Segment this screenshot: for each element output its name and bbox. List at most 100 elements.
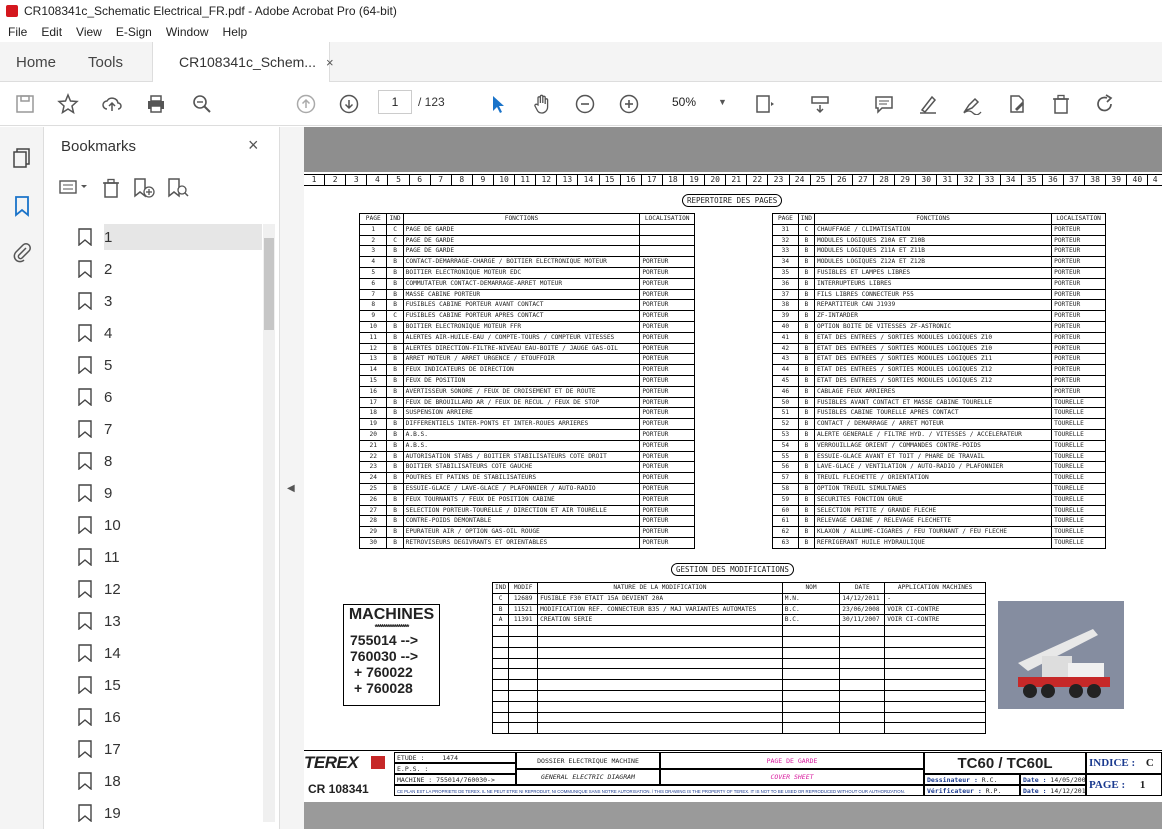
edit-document-icon[interactable] (1005, 92, 1029, 116)
empty-cell (884, 711, 986, 724)
hand-tool-icon[interactable] (530, 92, 554, 116)
empty-cell (537, 711, 783, 724)
upload-cloud-icon[interactable] (100, 92, 124, 116)
bookmark-panel-icon[interactable] (11, 195, 33, 222)
localisation-cell: PORTEUR (639, 482, 695, 495)
next-page-icon[interactable] (337, 92, 361, 116)
bookmark-item[interactable]: 14 (72, 637, 262, 669)
delete-bookmark-icon[interactable] (100, 177, 122, 204)
left-rail (0, 127, 44, 829)
select-cursor-icon[interactable] (486, 92, 510, 116)
bookmark-item[interactable]: 3 (72, 285, 262, 317)
zoom-search-icon[interactable] (190, 92, 214, 116)
ruler-tick: 2 (325, 175, 347, 185)
cover-sheet-label: COVER SHEET (660, 769, 924, 785)
ind-cell: B (797, 277, 815, 290)
attachment-icon[interactable] (11, 241, 33, 268)
find-bookmark-icon[interactable] (166, 177, 190, 204)
options-menu-icon[interactable] (58, 177, 90, 204)
ind-cell: B (386, 396, 404, 409)
bookmark-item[interactable]: 13 (72, 605, 262, 637)
bookmark-item[interactable]: 12 (72, 573, 262, 605)
table-row: 24 B POUTRES ET PATINS DE STABILISATEURS PO… (358, 472, 695, 484)
bookmark-icon (78, 260, 92, 278)
print-icon[interactable] (144, 92, 168, 116)
page-cell: 14 (358, 364, 388, 376)
fonction-cell: A.B.S. (402, 428, 641, 441)
table-row: 46 B CABLAGE FEUX ARRIERES PORTEUR (772, 385, 1106, 398)
ruler-tick: 20 (705, 175, 727, 185)
menu-file[interactable]: File (8, 25, 27, 39)
sign-pen-icon[interactable] (960, 92, 984, 116)
zoom-out-icon[interactable] (573, 92, 597, 116)
empty-row (491, 711, 986, 724)
table-row: 34 B MODULES LOGIQUES Z12A ET Z12B PORTEUR (772, 256, 1106, 268)
highlight-pen-icon[interactable] (916, 92, 940, 116)
zoom-in-icon[interactable] (617, 92, 641, 116)
localisation-cell: PORTEUR (639, 461, 695, 474)
bookmark-scrollbar[interactable] (263, 224, 275, 822)
bookmark-item[interactable]: 16 (72, 701, 262, 733)
scrollbar-thumb[interactable] (264, 238, 274, 330)
tab-close-icon[interactable]: × (326, 55, 334, 70)
machines-box: MACHINES **************** 755014 --> 760… (343, 604, 440, 706)
menu-window[interactable]: Window (166, 25, 209, 39)
ind-cell: C (386, 310, 404, 322)
new-bookmark-icon[interactable] (132, 177, 156, 204)
scroll-mode-icon[interactable] (808, 92, 832, 116)
machines-title: MACHINES (348, 606, 435, 623)
bookmark-item[interactable]: 8 (72, 445, 262, 477)
table-row: 54 B VERROUILLAGE ORIENT / COMMANDES CONTR… (772, 439, 1106, 452)
localisation-cell: TOURELLE (1051, 396, 1106, 409)
comment-icon[interactable] (872, 92, 896, 116)
tab-home[interactable]: Home (16, 42, 56, 82)
panel-collapse-handle[interactable]: ◀ (280, 127, 304, 829)
menu-esign[interactable]: E-Sign (116, 25, 152, 39)
redo-icon[interactable] (1093, 92, 1117, 116)
page-cell: 26 (358, 493, 388, 506)
bookmark-item[interactable]: 4 (72, 317, 262, 349)
page-cell: 17 (358, 396, 388, 409)
table-row: 26 B FEUX TOURNANTS / FEUX DE POSITION CAB… (358, 493, 695, 506)
bookmark-item[interactable]: 2 (72, 253, 262, 285)
table-row: 63 B REFRIGERANT HUILE HYDRAULIQUE TOURELLE (772, 536, 1106, 549)
tab-tools[interactable]: Tools (88, 42, 123, 82)
menu-help[interactable]: Help (223, 25, 248, 39)
trash-icon[interactable] (1049, 92, 1073, 116)
page-number-input[interactable]: 1 (378, 90, 412, 114)
fonction-cell: REPARTITEUR CAN J1939 (813, 299, 1053, 312)
bookmark-item[interactable]: 17 (72, 733, 262, 765)
bookmark-item[interactable]: 6 (72, 381, 262, 413)
bookmark-item[interactable]: 7 (72, 413, 262, 445)
bookmark-item[interactable]: 15 (72, 669, 262, 701)
bookmark-item[interactable]: 19 (72, 797, 262, 829)
bookmark-item[interactable]: 9 (72, 477, 262, 509)
table-row: B 11521 MODIFICATION REF. CONNECTEUR B35 /… (491, 603, 986, 616)
zoom-select[interactable]: 50% ▼ (662, 90, 730, 114)
table-row: 32 B MODULES LOGIQUES Z10A ET Z10B PORTEUR (772, 234, 1106, 247)
logo-mark (371, 756, 385, 769)
chevron-down-icon: ▼ (718, 97, 727, 107)
prev-page-icon[interactable] (294, 92, 318, 116)
localisation-cell: PORTEUR (1051, 353, 1106, 366)
star-icon[interactable] (56, 92, 80, 116)
bookmark-item[interactable]: 18 (72, 765, 262, 797)
menu-edit[interactable]: Edit (41, 25, 62, 39)
table-row: 2 C PAGE DE GARDE (358, 234, 695, 247)
bookmark-item[interactable]: 1 (72, 221, 262, 253)
bookmark-item[interactable]: 5 (72, 349, 262, 381)
page-thumbnails-icon[interactable] (11, 147, 33, 174)
menu-bar: File Edit View E-Sign Window Help (0, 22, 1162, 42)
fit-page-icon[interactable] (752, 92, 776, 116)
empty-cell (537, 722, 783, 735)
ind-cell: B (797, 245, 815, 258)
tab-document[interactable]: CR108341c_Schem... × (152, 42, 334, 82)
page-cell: 57 (772, 472, 799, 484)
bookmark-item[interactable]: 10 (72, 509, 262, 541)
menu-view[interactable]: View (76, 25, 102, 39)
bookmark-item[interactable]: 11 (72, 541, 262, 573)
close-icon[interactable]: × (248, 135, 259, 156)
empty-cell (781, 700, 841, 713)
save-icon[interactable] (13, 92, 37, 116)
document-reference: CR 108341 (308, 782, 369, 796)
